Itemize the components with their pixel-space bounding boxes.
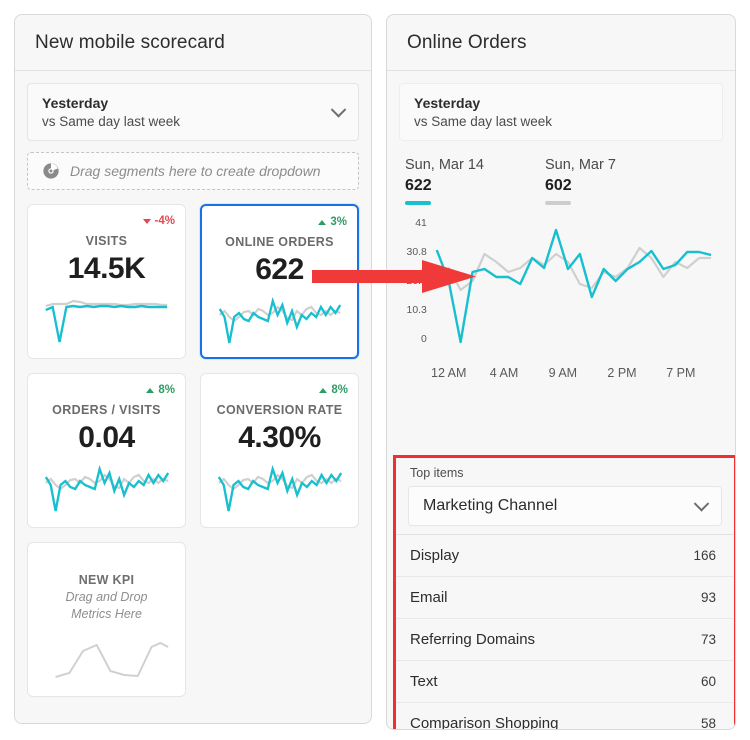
sparkline-new-kpi-placeholder xyxy=(55,641,169,678)
kpi-value-orders-visits: 0.04 xyxy=(78,421,135,454)
top-item-value: 73 xyxy=(700,632,716,647)
sparkline-orders-visits xyxy=(44,464,170,512)
kpi-tile-new-placeholder[interactable]: NEW KPI Drag and Drop Metrics Here xyxy=(27,542,186,697)
kpi-value-online-orders: 622 xyxy=(255,253,304,286)
ytick-0: 0 xyxy=(421,334,427,345)
kpi-grid: -4% VISITS 14.5K 3% ONLINE ORDERS 622 8%… xyxy=(27,204,359,697)
legend-item-compare[interactable]: Sun, Mar 7 602 xyxy=(545,157,685,205)
list-item[interactable]: Display 166 xyxy=(396,534,734,576)
online-orders-panel: Online Orders Yesterday vs Same day last… xyxy=(386,14,736,730)
right-date-range-compare: vs Same day last week xyxy=(414,114,553,130)
annotation-arrow-right xyxy=(312,260,476,293)
top-item-name: Referring Domains xyxy=(410,631,536,648)
scorecard-screen: New mobile scorecard Yesterday vs Same d… xyxy=(0,0,750,740)
xtick-4: 7 PM xyxy=(666,366,696,380)
top-item-name: Email xyxy=(410,589,448,606)
date-range-main: Yesterday xyxy=(42,94,109,111)
kpi-tile-visits[interactable]: -4% VISITS 14.5K xyxy=(27,204,186,359)
ytick-41: 41 xyxy=(415,218,427,229)
top-items-dimension-label: Marketing Channel xyxy=(423,497,558,514)
chart-x-axis: 12 AM 4 AM 9 AM 2 PM 7 PM xyxy=(397,366,725,380)
kpi-value-visits: 14.5K xyxy=(67,252,146,285)
legend-date-compare: Sun, Mar 7 xyxy=(545,157,616,173)
list-item[interactable]: Comparison Shopping 58 xyxy=(396,702,734,730)
segments-pie-icon xyxy=(43,163,59,179)
top-items-header: Top items xyxy=(410,466,464,480)
top-item-value: 93 xyxy=(700,590,716,605)
date-range-selector[interactable]: Yesterday vs Same day last week xyxy=(27,83,359,141)
new-kpi-hint: Drag and Drop Metrics Here xyxy=(65,590,148,621)
triangle-up-icon xyxy=(319,387,328,393)
mobile-scorecard-panel: New mobile scorecard Yesterday vs Same d… xyxy=(14,14,372,724)
xtick-3: 2 PM xyxy=(607,366,637,380)
kpi-delta-visits: -4% xyxy=(142,213,175,229)
date-range-compare: vs Same day last week xyxy=(42,114,181,130)
legend-swatch-compare xyxy=(545,201,571,205)
left-panel-header: New mobile scorecard xyxy=(15,15,371,71)
xtick-2: 9 AM xyxy=(548,366,578,380)
legend-date-current: Sun, Mar 14 xyxy=(405,157,484,173)
chevron-down-icon xyxy=(693,496,710,512)
ytick-30-8: 30.8 xyxy=(407,247,427,258)
kpi-label-online-orders: ONLINE ORDERS xyxy=(225,235,334,249)
top-item-name: Comparison Shopping xyxy=(410,715,559,730)
top-items-section: Top items Marketing Channel Display 166 … xyxy=(393,455,735,730)
sparkline-visits xyxy=(45,299,168,343)
list-item[interactable]: Email 93 xyxy=(396,576,734,618)
sparkline-conversion-rate xyxy=(217,464,343,512)
legend-value-compare: 602 xyxy=(545,177,572,194)
triangle-up-icon xyxy=(318,219,327,225)
kpi-label-orders-visits: ORDERS / VISITS xyxy=(52,403,161,417)
chevron-down-icon xyxy=(330,102,347,118)
right-date-range-selector[interactable]: Yesterday vs Same day last week xyxy=(399,83,723,141)
top-item-value: 58 xyxy=(700,716,716,730)
segments-dropzone-label: Drag segments here to create dropdown xyxy=(70,163,321,179)
top-items-list: Display 166 Email 93 Referring Domains 7… xyxy=(396,534,734,730)
list-item[interactable]: Text 60 xyxy=(396,660,734,702)
legend-item-current[interactable]: Sun, Mar 14 622 xyxy=(405,157,545,205)
kpi-delta-online-orders: 3% xyxy=(318,214,347,230)
triangle-down-icon xyxy=(142,218,151,224)
list-item[interactable]: Referring Domains 73 xyxy=(396,618,734,660)
top-item-name: Display xyxy=(410,547,460,564)
kpi-value-conversion-rate: 4.30% xyxy=(238,421,321,454)
legend-swatch-current xyxy=(405,201,431,205)
kpi-tile-conversion-rate[interactable]: 8% CONVERSION RATE 4.30% xyxy=(200,373,359,528)
kpi-label-visits: VISITS xyxy=(85,234,128,248)
right-date-range-main: Yesterday xyxy=(414,94,481,111)
right-panel-header: Online Orders xyxy=(387,15,735,71)
page-title: New mobile scorecard xyxy=(35,31,225,53)
ytick-10-3: 10.3 xyxy=(407,305,427,316)
xtick-1: 4 AM xyxy=(489,366,519,380)
top-item-name: Text xyxy=(410,673,438,690)
hourly-trend-chart: 41 30.8 20.5 10.3 0 12 AM 4 AM 9 AM 2 PM… xyxy=(397,209,725,384)
top-item-value: 60 xyxy=(700,674,716,689)
xtick-0: 12 AM xyxy=(431,366,467,380)
legend-value-current: 622 xyxy=(405,177,432,194)
chart-legend: Sun, Mar 14 622 Sun, Mar 7 602 xyxy=(387,141,735,205)
sparkline-online-orders xyxy=(218,296,342,344)
kpi-label-conversion-rate: CONVERSION RATE xyxy=(216,403,343,417)
kpi-delta-orders-visits: 8% xyxy=(146,382,175,398)
new-kpi-title: NEW KPI xyxy=(78,573,135,587)
kpi-tile-orders-visits[interactable]: 8% ORDERS / VISITS 0.04 xyxy=(27,373,186,528)
kpi-delta-conversion-rate: 8% xyxy=(319,382,348,398)
triangle-up-icon xyxy=(146,387,155,393)
top-items-dimension-select[interactable]: Marketing Channel xyxy=(408,486,722,526)
segments-dropzone[interactable]: Drag segments here to create dropdown xyxy=(27,152,359,190)
top-item-value: 166 xyxy=(693,548,716,563)
right-panel-title: Online Orders xyxy=(407,31,527,53)
